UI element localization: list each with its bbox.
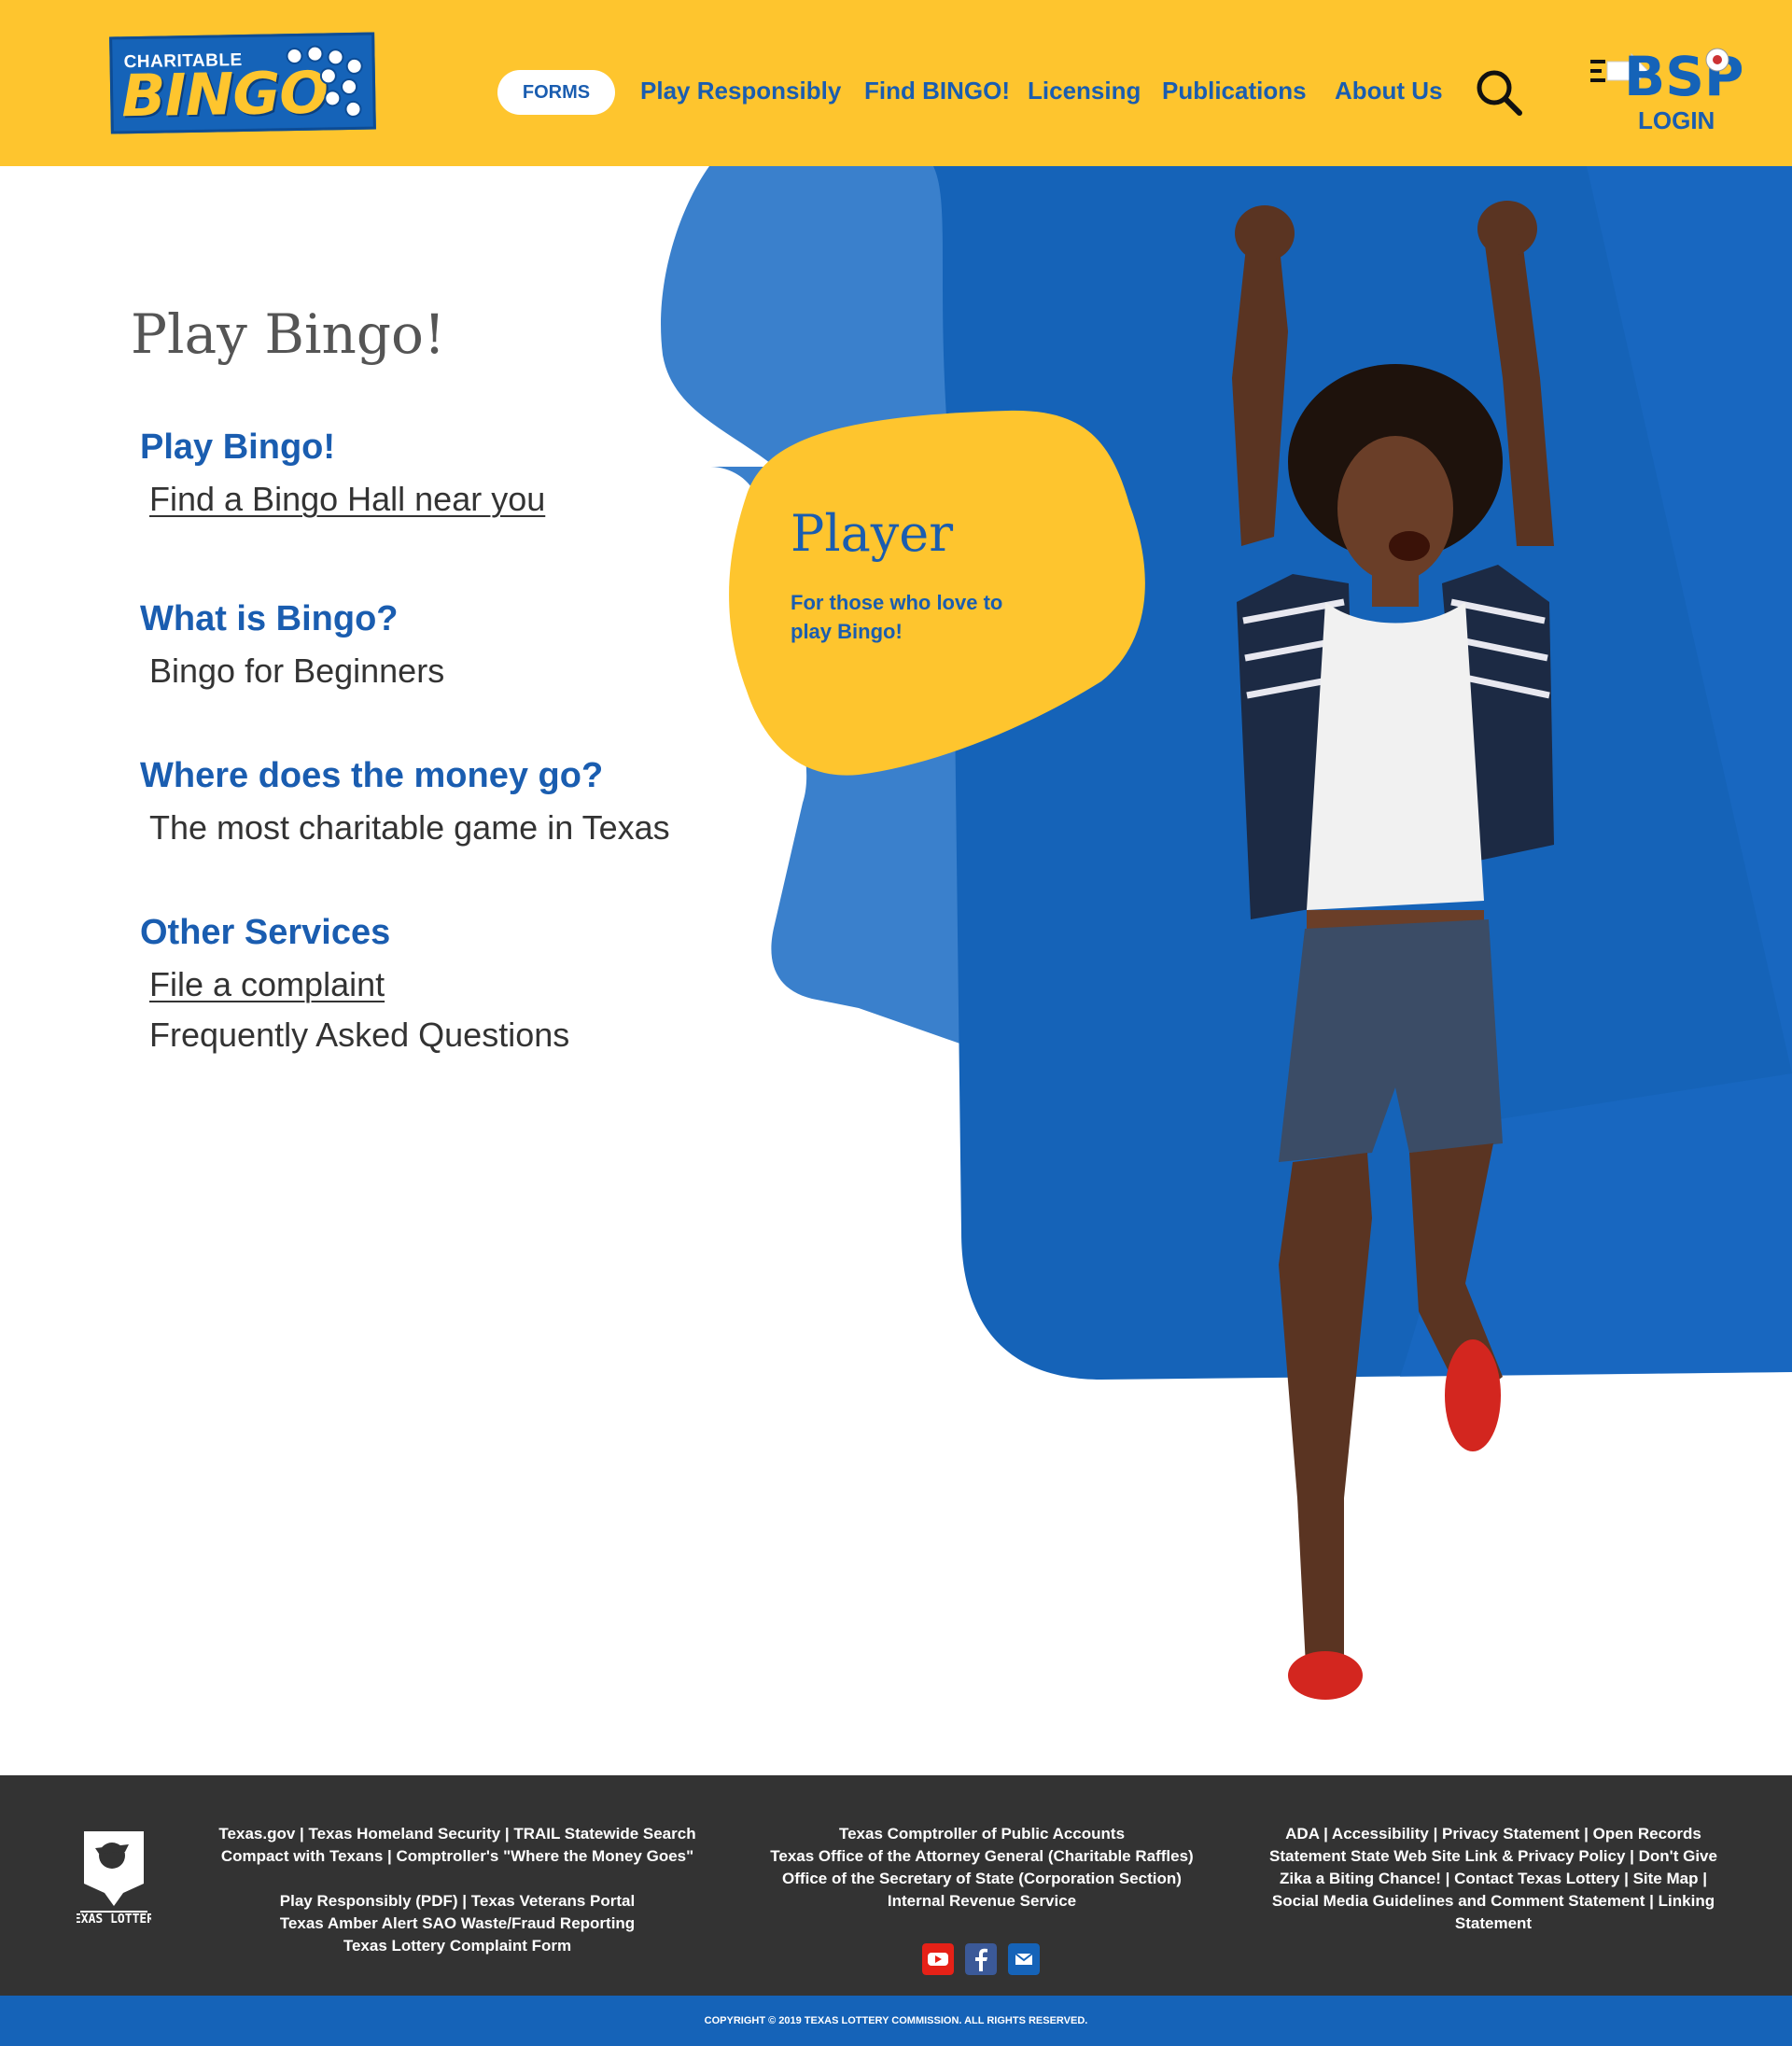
- footer-spacer: [205, 1868, 709, 1890]
- celebrating-woman-photo: [1232, 201, 1554, 1700]
- link-bingo-for-beginners[interactable]: Bingo for Beginners: [149, 652, 444, 691]
- footer-link-row[interactable]: ADA | Accessibility | Privacy Statement …: [1251, 1823, 1736, 1845]
- player-card-title[interactable]: Player: [791, 504, 953, 563]
- section-heading-what-is-bingo: What is Bingo?: [140, 599, 399, 638]
- facebook-icon[interactable]: [965, 1943, 997, 1975]
- footer-column-links-3[interactable]: ADA | Accessibility | Privacy Statement …: [1251, 1823, 1736, 1935]
- footer-link-row[interactable]: Texas Lottery Complaint Form: [205, 1935, 709, 1957]
- email-icon[interactable]: [1008, 1943, 1040, 1975]
- search-icon[interactable]: [1475, 68, 1523, 117]
- link-file-complaint[interactable]: File a complaint: [149, 965, 385, 1004]
- bingo-balls-icon: [282, 43, 368, 127]
- section-heading-money: Where does the money go?: [140, 756, 604, 795]
- nav-forms-button[interactable]: FORMS: [497, 70, 615, 115]
- charitable-bingo-logo[interactable]: CHARITABLE BINGO: [109, 32, 376, 134]
- nav-licensing[interactable]: Licensing: [1028, 77, 1141, 105]
- login-label[interactable]: LOGIN: [1638, 106, 1715, 135]
- copyright-bar: COPYRIGHT © 2019 TEXAS LOTTERY COMMISSIO…: [0, 1996, 1792, 2046]
- footer-link-row[interactable]: Texas Amber Alert SAO Waste/Fraud Report…: [205, 1913, 709, 1935]
- nav-publications[interactable]: Publications: [1162, 77, 1307, 105]
- footer-link-row[interactable]: Statement: [1251, 1913, 1736, 1935]
- texas-lottery-logo[interactable]: TEXAS LOTTERY: [77, 1828, 151, 1925]
- footer-link-row[interactable]: Office of the Secretary of State (Corpor…: [739, 1868, 1225, 1890]
- footer-link-row[interactable]: Texas Office of the Attorney General (Ch…: [739, 1845, 1225, 1868]
- footer-link-row[interactable]: Internal Revenue Service: [739, 1890, 1225, 1913]
- copyright-text: COPYRIGHT © 2019 TEXAS LOTTERY COMMISSIO…: [704, 2015, 1088, 2026]
- link-find-bingo-hall[interactable]: Find a Bingo Hall near you: [149, 480, 545, 519]
- site-header: CHARITABLE BINGO FORMS Play Responsibly …: [0, 0, 1792, 166]
- link-faq[interactable]: Frequently Asked Questions: [149, 1016, 569, 1055]
- footer-link-row[interactable]: Statement State Web Site Link & Privacy …: [1251, 1845, 1736, 1868]
- footer-link-row[interactable]: Compact with Texans | Comptroller's "Whe…: [205, 1845, 709, 1868]
- player-card-subtitle: For those who love to play Bingo!: [791, 591, 1003, 643]
- page-title: Play Bingo!: [131, 302, 446, 366]
- link-most-charitable-game[interactable]: The most charitable game in Texas: [149, 808, 670, 848]
- section-heading-play-bingo: Play Bingo!: [140, 427, 336, 467]
- footer-link-row[interactable]: Social Media Guidelines and Comment Stat…: [1251, 1890, 1736, 1913]
- section-heading-other-services: Other Services: [140, 913, 391, 952]
- footer-column-links-1[interactable]: Texas.gov | Texas Homeland Security | TR…: [205, 1823, 709, 1957]
- nav-play-responsibly[interactable]: Play Responsibly: [640, 77, 841, 105]
- footer-link-row[interactable]: Texas Comptroller of Public Accounts: [739, 1823, 1225, 1845]
- footer-column-links-2[interactable]: Texas Comptroller of Public Accounts Tex…: [739, 1823, 1225, 1913]
- nav-about-us[interactable]: About Us: [1335, 77, 1443, 105]
- footer-link-row[interactable]: Texas.gov | Texas Homeland Security | TR…: [205, 1823, 709, 1845]
- tl-logo-text: TEXAS LOTTERY: [77, 1913, 151, 1925]
- nav-find-bingo[interactable]: Find BINGO!: [864, 77, 1010, 105]
- footer-link-row[interactable]: Play Responsibly (PDF) | Texas Veterans …: [205, 1890, 709, 1913]
- youtube-icon[interactable]: [922, 1943, 954, 1975]
- footer-link-row[interactable]: Zika a Biting Chance! | Contact Texas Lo…: [1251, 1868, 1736, 1890]
- bsp-login-icon[interactable]: BSP: [1587, 41, 1742, 101]
